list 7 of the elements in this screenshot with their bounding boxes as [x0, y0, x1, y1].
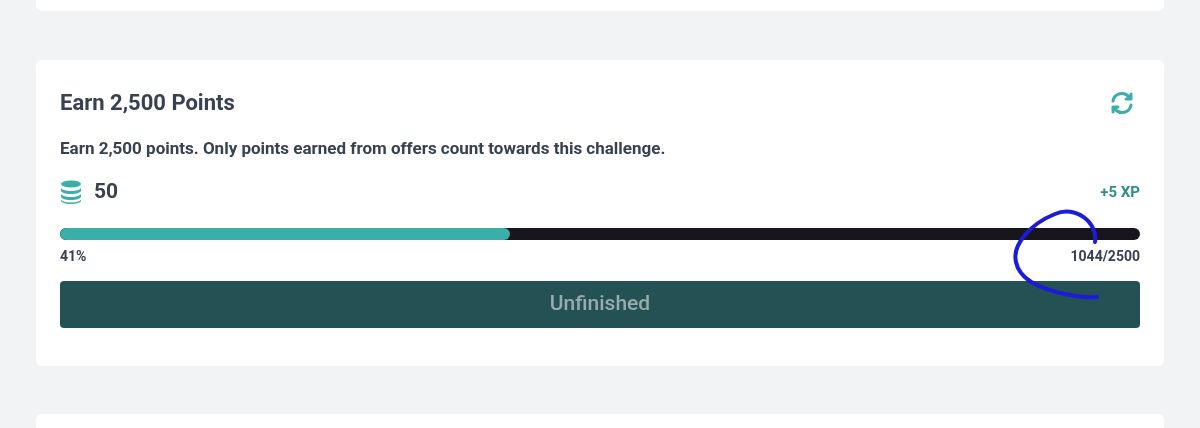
coin-stack-icon: [60, 179, 82, 204]
progress-count: 1044/2500: [1070, 246, 1140, 266]
challenge-title: Earn 2,500 Points: [60, 89, 235, 117]
reward-points: 50: [94, 178, 119, 205]
xp-reward: +5 XP: [1100, 181, 1140, 203]
progress-percent: 41%: [60, 246, 87, 266]
challenge-description: Earn 2,500 points. Only points earned from offers count towards this challenge.: [60, 137, 667, 160]
